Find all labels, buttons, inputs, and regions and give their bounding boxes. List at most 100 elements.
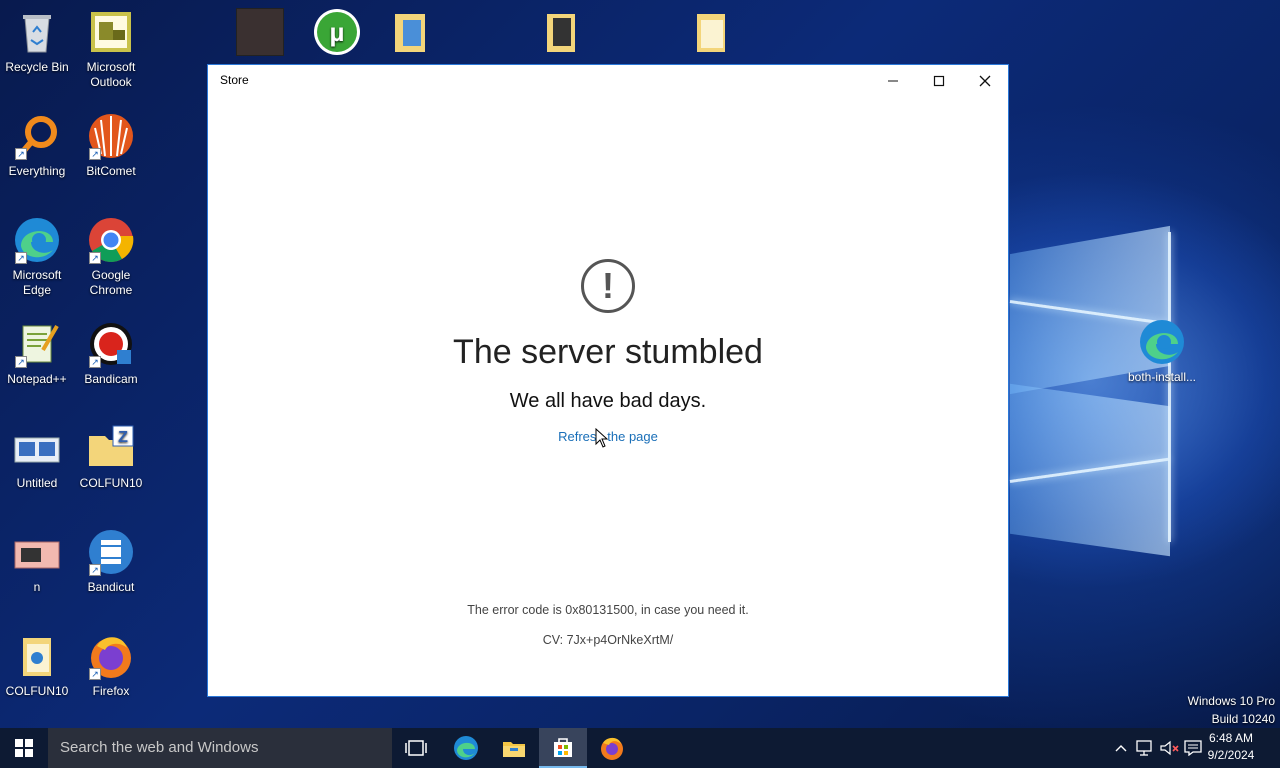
desktop-icon-colfun10-2[interactable]: COLFUN10 bbox=[0, 632, 74, 699]
zip-folder-icon: Z bbox=[87, 424, 135, 472]
image-file-icon bbox=[13, 528, 61, 576]
svg-text:Z: Z bbox=[118, 429, 128, 446]
error-heading: The server stumbled bbox=[453, 333, 763, 371]
icon-label: Notepad++ bbox=[7, 372, 67, 386]
svg-text:µ: µ bbox=[330, 17, 345, 47]
desktop-icon-notepadpp[interactable]: ↗ Notepad++ bbox=[0, 320, 74, 387]
windows-edition-watermark: Windows 10 Pro Build 10240 bbox=[1188, 694, 1275, 726]
desktop-icon-partial[interactable] bbox=[524, 8, 598, 60]
task-view-button[interactable] bbox=[392, 728, 440, 768]
action-center-button[interactable] bbox=[1182, 728, 1204, 768]
folder-icon bbox=[13, 632, 61, 680]
shortcut-arrow-icon: ↗ bbox=[89, 564, 101, 576]
document-folder-icon bbox=[387, 8, 435, 56]
bandicam-icon: ↗ bbox=[87, 320, 135, 368]
desktop-icon-partial[interactable] bbox=[223, 8, 297, 60]
desktop-icon-partial[interactable] bbox=[674, 8, 748, 60]
task-view-icon bbox=[405, 740, 427, 756]
edge-icon bbox=[454, 736, 478, 760]
store-bag-icon bbox=[554, 738, 572, 757]
icon-label: BitComet bbox=[86, 164, 136, 178]
desktop-icon-chrome[interactable]: ↗ Google Chrome bbox=[74, 216, 148, 298]
icon-label: Bandicut bbox=[87, 580, 135, 594]
edge-icon bbox=[1138, 318, 1186, 366]
minimize-button[interactable] bbox=[870, 65, 916, 97]
photo-icon bbox=[236, 8, 284, 56]
desktop-icon-bandicut[interactable]: ↗ Bandicut bbox=[74, 528, 148, 595]
shortcut-arrow-icon: ↗ bbox=[89, 148, 101, 160]
taskbar-store[interactable] bbox=[539, 728, 587, 768]
chrome-icon: ↗ bbox=[87, 216, 135, 264]
shortcut-arrow-icon: ↗ bbox=[15, 356, 27, 368]
desktop-icon-recycle-bin[interactable]: Recycle Bin bbox=[0, 8, 74, 75]
close-button[interactable] bbox=[962, 65, 1008, 97]
bandicut-icon: ↗ bbox=[87, 528, 135, 576]
error-exclamation-icon: ! bbox=[581, 259, 635, 313]
icon-label: Google Chrome bbox=[89, 268, 133, 297]
error-code-text: The error code is 0x80131500, in case yo… bbox=[467, 603, 749, 617]
desktop-icon-colfun10[interactable]: Z COLFUN10 bbox=[74, 424, 148, 491]
taskbar: Search the web and Windows 6:48 AM 9/2/2… bbox=[0, 728, 1280, 768]
shortcut-arrow-icon: ↗ bbox=[15, 252, 27, 264]
firefox-icon bbox=[601, 737, 623, 760]
network-icon bbox=[1136, 740, 1152, 756]
chevron-up-icon bbox=[1115, 745, 1127, 752]
show-hidden-icons-button[interactable] bbox=[1110, 728, 1132, 768]
windows-logo-icon bbox=[15, 739, 33, 757]
icon-label: COLFUN10 bbox=[5, 684, 69, 698]
everything-icon: ↗ bbox=[13, 112, 61, 160]
notepadpp-icon: ↗ bbox=[13, 320, 61, 368]
icon-label: Recycle Bin bbox=[5, 60, 69, 74]
bitcomet-icon: ↗ bbox=[87, 112, 135, 160]
file-explorer-icon bbox=[503, 742, 525, 757]
icon-label: Microsoft Outlook bbox=[86, 60, 136, 89]
start-button[interactable] bbox=[0, 728, 48, 768]
wallpaper-beam bbox=[1168, 232, 1171, 542]
edge-icon: ↗ bbox=[13, 216, 61, 264]
taskbar-search-box[interactable]: Search the web and Windows bbox=[48, 728, 392, 768]
volume-tray-icon[interactable] bbox=[1158, 728, 1182, 768]
folder-icon bbox=[687, 8, 735, 56]
folder-icon bbox=[537, 8, 585, 56]
desktop-icon-n[interactable]: n bbox=[0, 528, 74, 595]
icon-label: Firefox bbox=[92, 684, 130, 698]
desktop-icon-utorrent[interactable]: µ bbox=[300, 8, 374, 60]
mouse-cursor-icon bbox=[595, 428, 609, 448]
desktop-icon-bitcomet[interactable]: ↗ BitComet bbox=[74, 112, 148, 179]
action-center-icon bbox=[1184, 740, 1202, 756]
taskbar-clock[interactable]: 6:48 AM 9/2/2024 bbox=[1204, 730, 1258, 764]
firefox-icon: ↗ bbox=[87, 632, 135, 680]
window-titlebar[interactable]: Store bbox=[208, 65, 1008, 97]
desktop-icon-partial[interactable] bbox=[374, 8, 448, 60]
watermark-build: Build 10240 bbox=[1211, 712, 1275, 726]
network-tray-icon[interactable] bbox=[1134, 728, 1156, 768]
icon-label: Microsoft Edge bbox=[12, 268, 62, 297]
desktop-icon-bandicam[interactable]: ↗ Bandicam bbox=[74, 320, 148, 387]
icon-label: both-install... bbox=[1127, 370, 1197, 384]
window-title: Store bbox=[220, 73, 249, 87]
desktop-icon-both-install[interactable]: both-install... bbox=[1124, 318, 1200, 385]
desktop-icon-untitled[interactable]: Untitled bbox=[0, 424, 74, 491]
icon-label: Everything bbox=[8, 164, 66, 178]
shortcut-arrow-icon: ↗ bbox=[89, 356, 101, 368]
icon-label: Untitled bbox=[16, 476, 58, 490]
taskbar-firefox[interactable] bbox=[588, 728, 636, 768]
icon-label: Bandicam bbox=[84, 372, 138, 386]
shortcut-arrow-icon: ↗ bbox=[89, 252, 101, 264]
image-file-icon bbox=[13, 424, 61, 472]
maximize-button[interactable] bbox=[916, 65, 962, 97]
outlook-icon bbox=[87, 8, 135, 56]
clock-date: 9/2/2024 bbox=[1207, 748, 1255, 762]
desktop-icon-everything[interactable]: ↗ Everything bbox=[0, 112, 74, 179]
watermark-edition: Windows 10 Pro bbox=[1187, 694, 1275, 708]
taskbar-file-explorer[interactable] bbox=[490, 728, 538, 768]
desktop-icon-outlook[interactable]: Microsoft Outlook bbox=[74, 8, 148, 90]
recycle-bin-icon bbox=[13, 8, 61, 56]
store-window[interactable]: Store ! The server stumbled We all have … bbox=[207, 64, 1009, 697]
clock-time: 6:48 AM bbox=[1208, 731, 1254, 745]
correlation-vector-text: CV: 7Jx+p4OrNkeXrtM/ bbox=[542, 633, 674, 647]
error-subheading: We all have bad days. bbox=[509, 390, 707, 412]
taskbar-edge[interactable] bbox=[442, 728, 490, 768]
desktop-icon-edge[interactable]: ↗ Microsoft Edge bbox=[0, 216, 74, 298]
desktop-icon-firefox[interactable]: ↗ Firefox bbox=[74, 632, 148, 699]
